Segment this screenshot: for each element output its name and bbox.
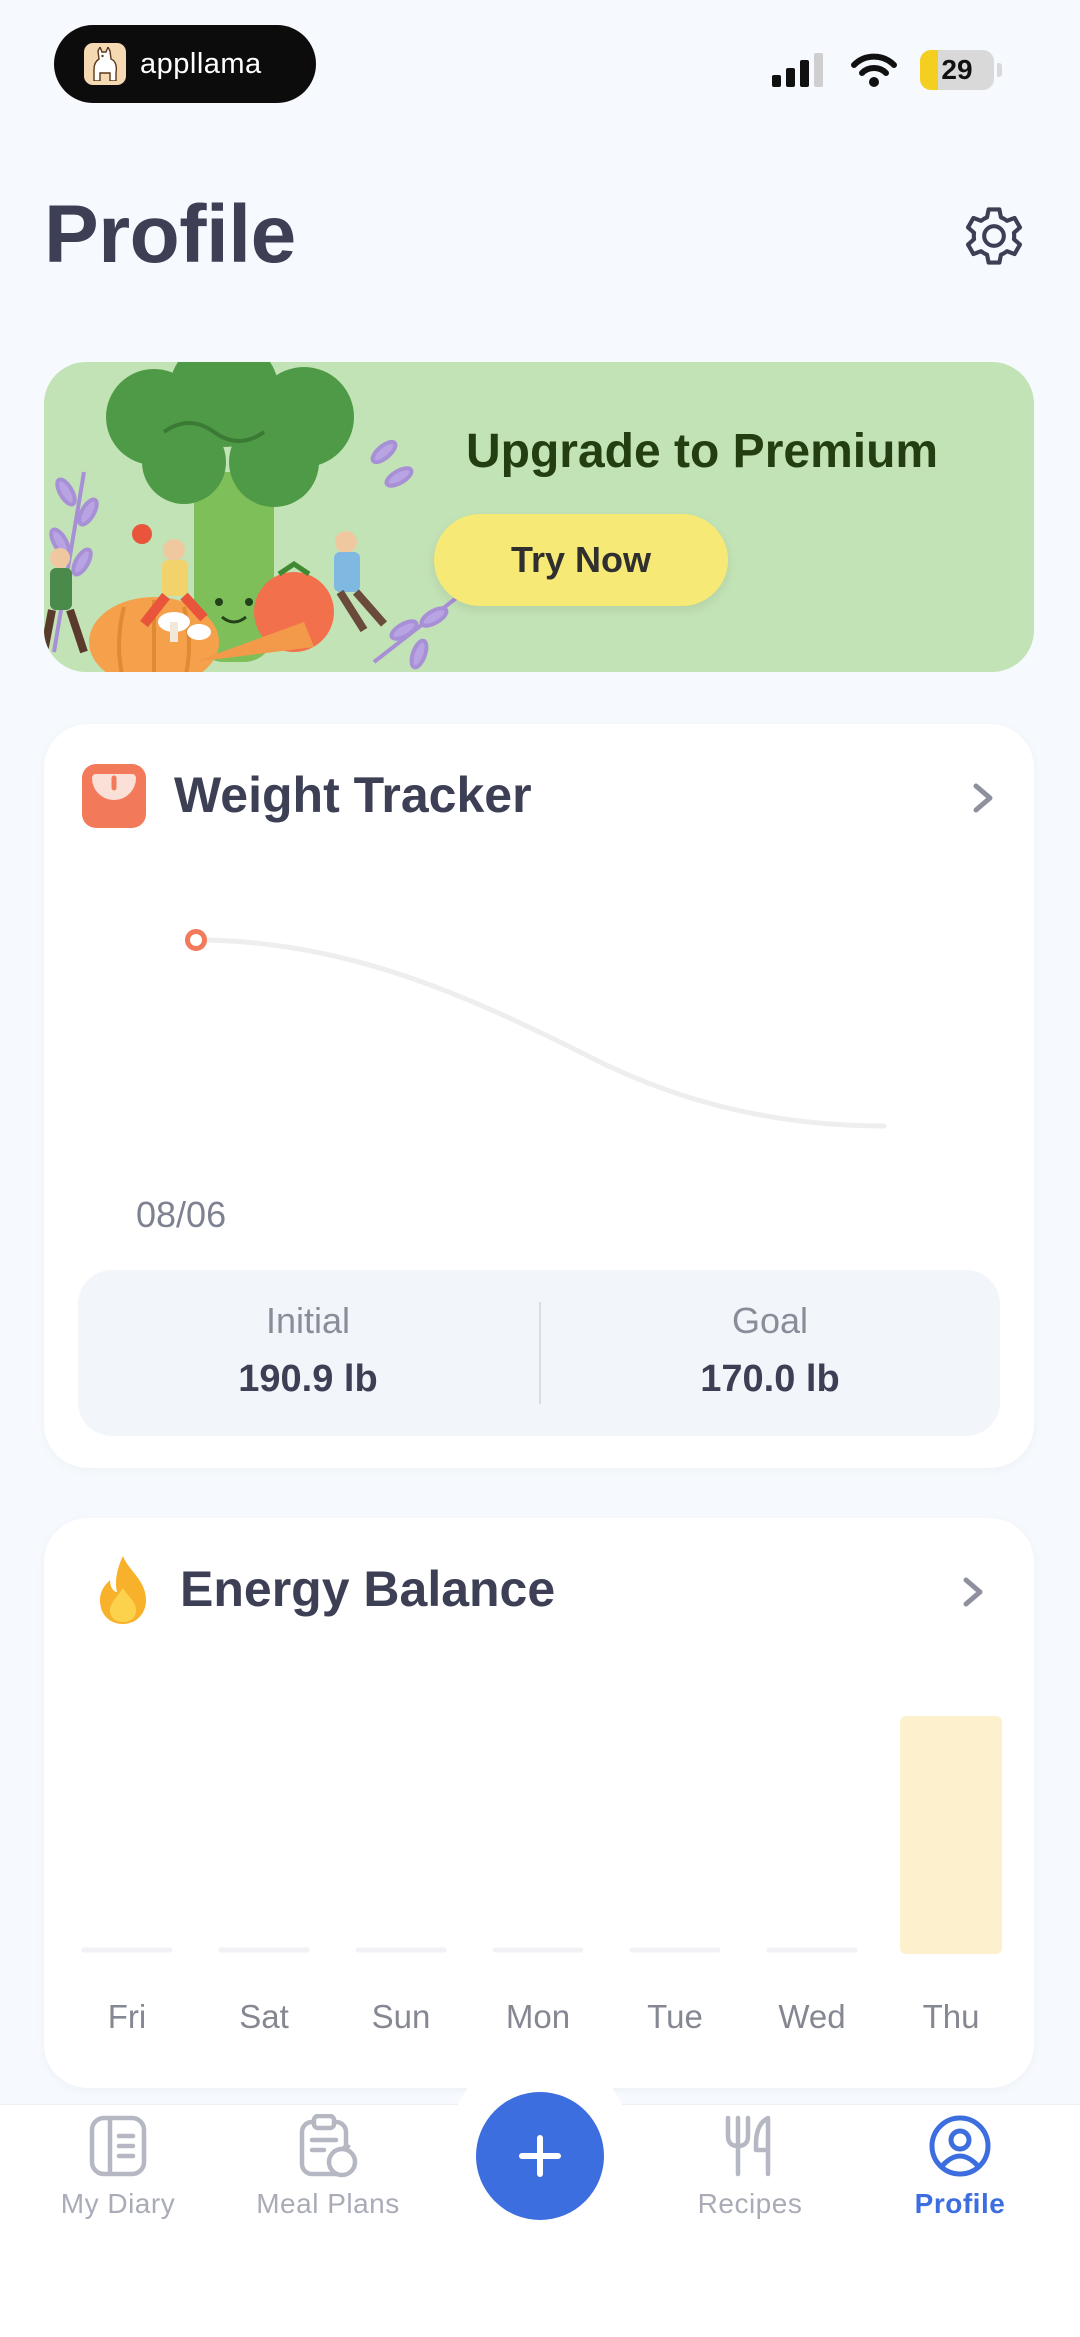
day-label-thu: Thu <box>922 1998 980 2035</box>
goal-label: Goal <box>731 1300 809 1341</box>
wifi-icon <box>851 53 897 87</box>
weight-trend-line <box>193 937 887 1129</box>
goal-value: 170.0 lb <box>700 1358 840 1400</box>
try-now-button[interactable]: Try Now <box>434 514 728 606</box>
add-entry-button[interactable] <box>476 2092 604 2220</box>
day-label-fri: Fri <box>107 1998 147 2035</box>
diary-icon <box>89 2115 147 2177</box>
nav-recipes[interactable]: Recipes <box>650 2114 850 2234</box>
battery-level: 29 <box>941 54 973 85</box>
initial-label: Initial <box>265 1300 351 1341</box>
llama-logo-icon <box>84 43 126 85</box>
day-label-sat: Sat <box>239 1998 289 2035</box>
banner-title: Upgrade to Premium <box>466 425 939 478</box>
brand-name: appllama <box>140 47 262 80</box>
profile-icon <box>929 2115 991 2177</box>
profile-screen: appllama 29 Profile Upgrade to Premium T… <box>0 0 1080 2337</box>
plus-icon <box>519 2135 561 2177</box>
recording-indicator-pill: appllama <box>54 25 316 103</box>
nav-label-my-diary: My Diary <box>60 2188 176 2219</box>
cellular-signal-icon <box>772 53 823 87</box>
chart-date-label: 08/06 <box>136 1194 227 1235</box>
weight-chart <box>185 929 887 1129</box>
day-label-sun: Sun <box>371 1998 431 2035</box>
day-label-wed: Wed <box>778 1998 846 2035</box>
energy-chart <box>81 1716 1002 1954</box>
goal-weight-stat: Goal 170.0 lb <box>540 1270 1000 1436</box>
fork-knife-icon <box>725 2115 771 2177</box>
energy-bar-thu <box>900 1716 1002 1954</box>
initial-weight-stat: Initial 190.9 lb <box>78 1270 538 1436</box>
weight-stats: Initial 190.9 lb Goal 170.0 lb <box>78 1270 1000 1436</box>
nav-label-profile: Profile <box>914 2188 1006 2219</box>
gear-icon <box>965 207 1023 265</box>
nav-my-diary[interactable]: My Diary <box>18 2114 218 2234</box>
weight-data-point <box>185 929 207 951</box>
meal-plans-icon <box>299 2114 358 2178</box>
nav-label-meal-plans: Meal Plans <box>256 2188 400 2219</box>
day-label-mon: Mon <box>505 1998 571 2035</box>
nav-label-recipes: Recipes <box>697 2188 803 2219</box>
weight-tracker-card[interactable]: Weight Tracker 08/06 Initial 190.9 lb Go… <box>44 724 1034 1468</box>
status-icons: 29 <box>772 50 1002 90</box>
battery-icon: 29 <box>920 50 994 90</box>
energy-balance-card[interactable]: Energy Balance Fri Sat Sun Mon Tue Wed T… <box>44 1518 1034 2088</box>
day-label-tue: Tue <box>647 1998 703 2035</box>
page-title: Profile <box>44 189 296 280</box>
initial-value: 190.9 lb <box>238 1358 378 1400</box>
vegetables-illustration <box>44 362 466 672</box>
premium-banner[interactable]: Upgrade to Premium Try Now <box>44 362 1034 672</box>
nav-meal-plans[interactable]: Meal Plans <box>228 2114 428 2234</box>
settings-button[interactable] <box>956 198 1032 274</box>
nav-profile[interactable]: Profile <box>860 2114 1060 2234</box>
